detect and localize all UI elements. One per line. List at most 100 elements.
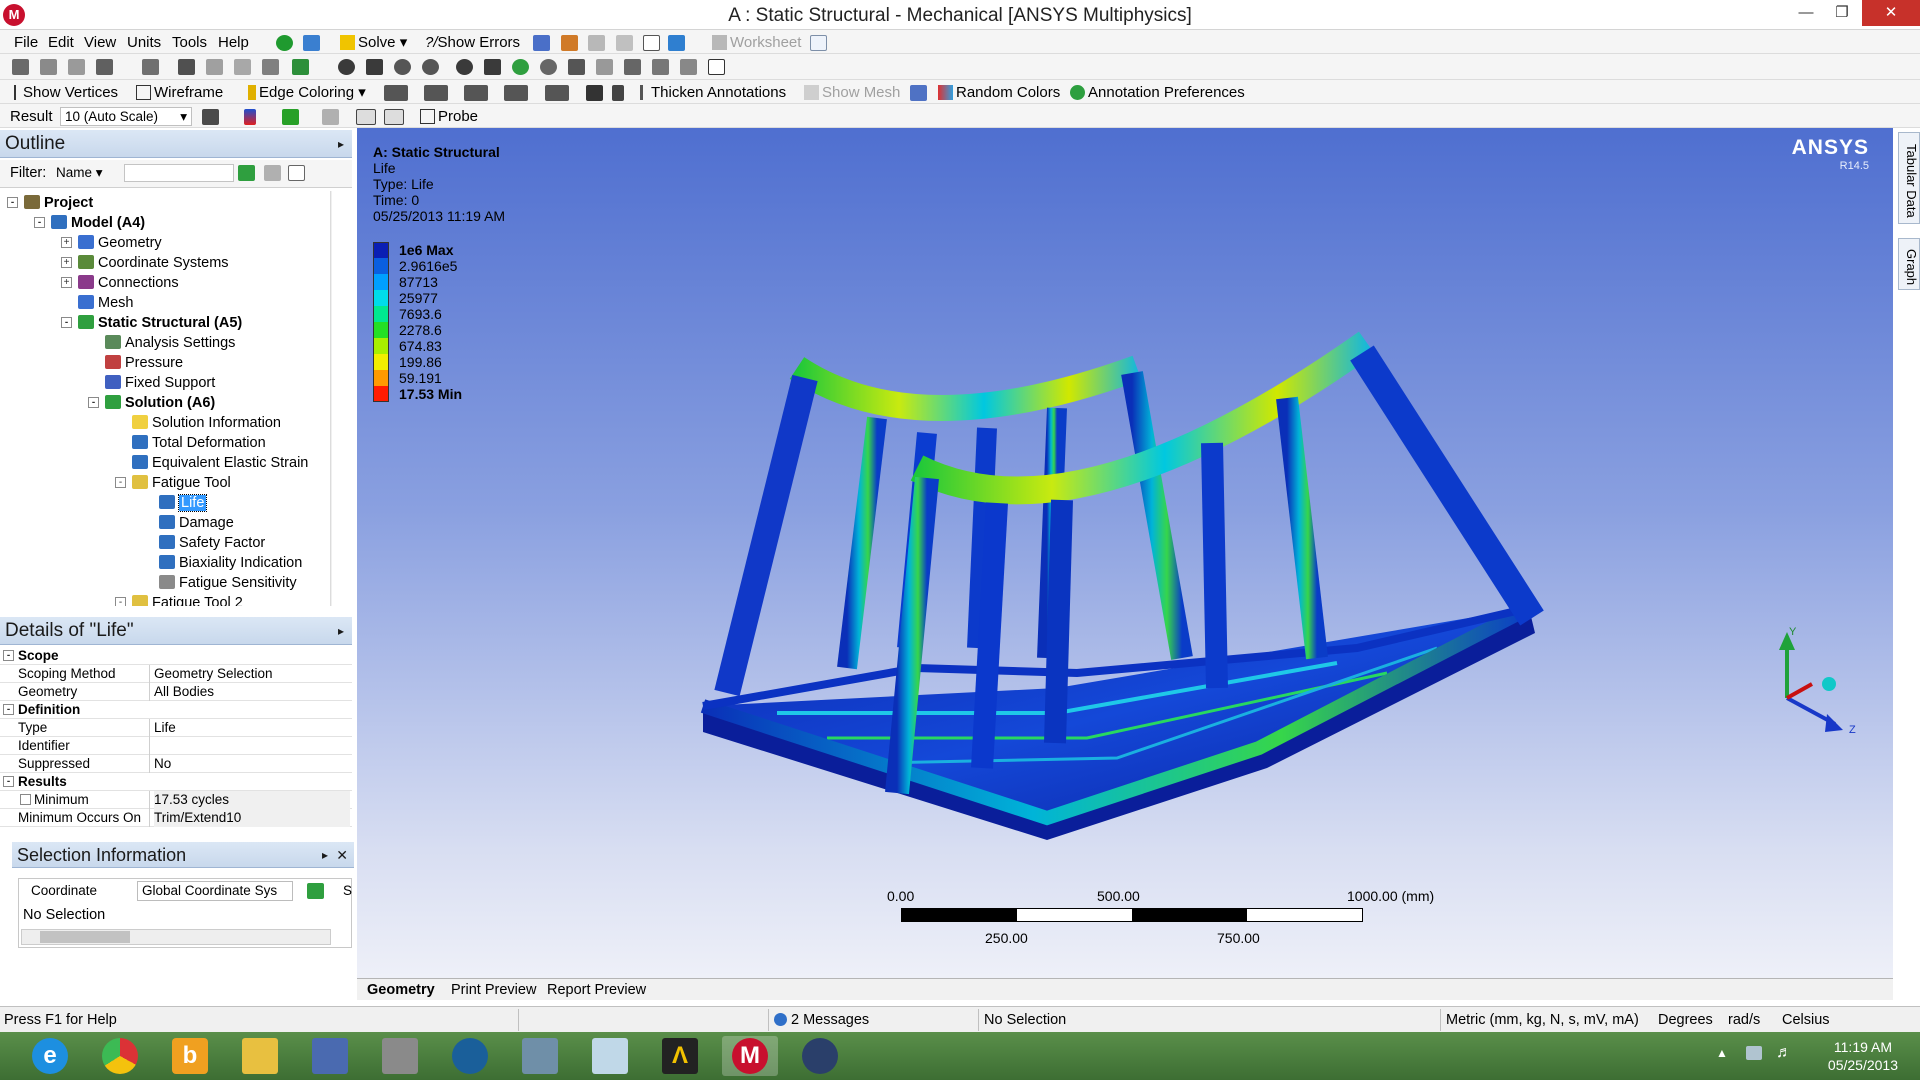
annotation-preferences-button[interactable]: Annotation Preferences [1070, 83, 1245, 103]
pin-icon[interactable]: ▸ [338, 617, 344, 645]
viewports-icon[interactable] [708, 59, 725, 75]
select-edge-icon[interactable] [68, 59, 85, 75]
taskbar-mechanical[interactable]: M [722, 1036, 778, 1076]
face-icon[interactable] [206, 59, 223, 75]
taskbar-explorer[interactable] [232, 1036, 288, 1076]
edge-thick-icon[interactable] [586, 85, 603, 101]
menu-units[interactable]: Units [127, 33, 161, 53]
tree-item[interactable]: Total Deformation [118, 433, 266, 453]
details-value[interactable]: Geometry Selection [154, 665, 350, 683]
taskbar-chrome[interactable] [92, 1036, 148, 1076]
pan-icon[interactable] [366, 59, 383, 75]
tree-item[interactable]: Mesh [64, 293, 133, 313]
menu-file[interactable]: File [14, 33, 38, 53]
tray-arrow-icon[interactable]: ▲ [1716, 1046, 1728, 1060]
taskbar-app-4[interactable] [512, 1036, 568, 1076]
selection-hscrollbar[interactable] [21, 929, 331, 945]
edge-style-3-icon[interactable] [464, 85, 488, 101]
set-view-icon[interactable] [652, 59, 669, 75]
details-value[interactable]: Trim/Extend10 [154, 809, 350, 827]
copy-icon[interactable] [307, 883, 324, 899]
filter-input[interactable] [124, 164, 234, 182]
details-group[interactable]: - Scope [0, 647, 352, 665]
filter-type-select[interactable]: Name ▾ [56, 165, 118, 183]
tree-expander-icon[interactable]: - [115, 477, 126, 488]
tag-icon[interactable] [680, 59, 697, 75]
details-value[interactable]: 17.53 cycles [154, 791, 350, 809]
details-group[interactable]: - Results [0, 773, 352, 791]
print-icon[interactable] [588, 35, 605, 51]
tab-geometry[interactable]: Geometry [367, 981, 435, 999]
tree-item[interactable]: + Connections [61, 273, 179, 293]
taskbar-bing[interactable]: b [162, 1036, 218, 1076]
hscroll-thumb[interactable] [40, 931, 130, 943]
random-colors-button[interactable]: Random Colors [938, 83, 1060, 103]
expand-all-icon[interactable] [288, 165, 305, 181]
explode-icon[interactable] [910, 85, 927, 101]
group-collapse-icon[interactable]: - [3, 704, 14, 715]
tree-item[interactable]: + Coordinate Systems [61, 253, 229, 273]
zoom-fit-icon[interactable] [456, 59, 473, 75]
tree-item[interactable]: - Solution (A6) [88, 393, 215, 413]
tree-icon[interactable] [303, 35, 320, 51]
outline-scrollbar[interactable]: ▲ ▼ [330, 191, 332, 606]
show-errors-button[interactable]: ?/Show Errors [425, 33, 520, 53]
thicken-annotations-button[interactable]: Thicken Annotations [640, 83, 786, 103]
tree-item[interactable]: Pressure [91, 353, 183, 373]
details-row[interactable]: Minimum 17.53 cycles [0, 791, 352, 809]
parameter-checkbox[interactable] [20, 794, 31, 805]
probe-button[interactable]: Probe [420, 107, 478, 127]
taskbar-app-2[interactable] [372, 1036, 428, 1076]
menu-help[interactable]: Help [218, 33, 249, 53]
tree-item[interactable]: Damage [145, 513, 234, 533]
graphics-viewport[interactable]: A: Static Structural Life Type: Life Tim… [357, 128, 1893, 978]
tree-expander-icon[interactable]: + [61, 237, 72, 248]
view-previous-icon[interactable] [568, 59, 585, 75]
tree-item[interactable]: - Model (A4) [34, 213, 145, 233]
tree-expander-icon[interactable]: + [61, 257, 72, 268]
taskbar-ie[interactable]: e [22, 1036, 78, 1076]
edge-style-2-icon[interactable] [424, 85, 448, 101]
refresh-icon[interactable] [238, 165, 255, 181]
details-value[interactable] [154, 737, 350, 755]
edge-style-icon[interactable] [384, 85, 408, 101]
vector-icon[interactable] [322, 109, 339, 125]
solve-button[interactable]: Solve ▾ [340, 33, 407, 53]
select-face-icon[interactable] [40, 59, 57, 75]
filter-clear-icon[interactable] [264, 165, 281, 181]
edge-style-5-icon[interactable] [545, 85, 569, 101]
details-row[interactable]: Minimum Occurs On Trim/Extend10 [0, 809, 352, 827]
select-icon[interactable] [12, 59, 29, 75]
wireframe-button[interactable]: Wireframe [136, 83, 223, 103]
show-vertices-button[interactable]: Show Vertices [14, 83, 118, 103]
zoom-window-icon[interactable] [484, 59, 501, 75]
tree-item[interactable]: - Fatigue Tool 2 [115, 593, 243, 606]
camera-icon[interactable] [668, 35, 685, 51]
menu-view[interactable]: View [84, 33, 116, 53]
body-icon[interactable] [234, 59, 251, 75]
publish-icon[interactable] [616, 35, 633, 51]
edge-icon[interactable] [178, 59, 195, 75]
worksheet-button[interactable]: Worksheet [712, 33, 801, 53]
clock[interactable]: 11:19 AM 05/25/2013 [1828, 1038, 1898, 1074]
mesh-edge-icon[interactable] [612, 85, 624, 101]
min-icon[interactable] [384, 109, 404, 125]
details-group[interactable]: - Definition [0, 701, 352, 719]
tree-item[interactable]: - Static Structural (A5) [61, 313, 242, 333]
tree-expander-icon[interactable]: - [34, 217, 45, 228]
taskbar-app-1[interactable] [302, 1036, 358, 1076]
rotate-icon[interactable] [338, 59, 355, 75]
tree-expander-icon[interactable]: - [88, 397, 99, 408]
tree-item[interactable]: + Geometry [61, 233, 162, 253]
coordinate-select[interactable]: Global Coordinate Sys [137, 881, 293, 901]
network-icon[interactable] [1746, 1046, 1762, 1060]
edge-coloring-button[interactable]: Edge Coloring ▾ [248, 83, 366, 103]
details-row[interactable]: Identifier [0, 737, 352, 755]
zoom-box-icon[interactable] [422, 59, 439, 75]
edges-display-icon[interactable] [282, 109, 299, 125]
menu-tools[interactable]: Tools [172, 33, 207, 53]
taskbar-ansys-workbench[interactable]: Λ [652, 1036, 708, 1076]
edge-style-4-icon[interactable] [504, 85, 528, 101]
maximize-button[interactable]: ❐ [1820, 0, 1864, 26]
tab-graph[interactable]: Graph [1898, 238, 1920, 290]
